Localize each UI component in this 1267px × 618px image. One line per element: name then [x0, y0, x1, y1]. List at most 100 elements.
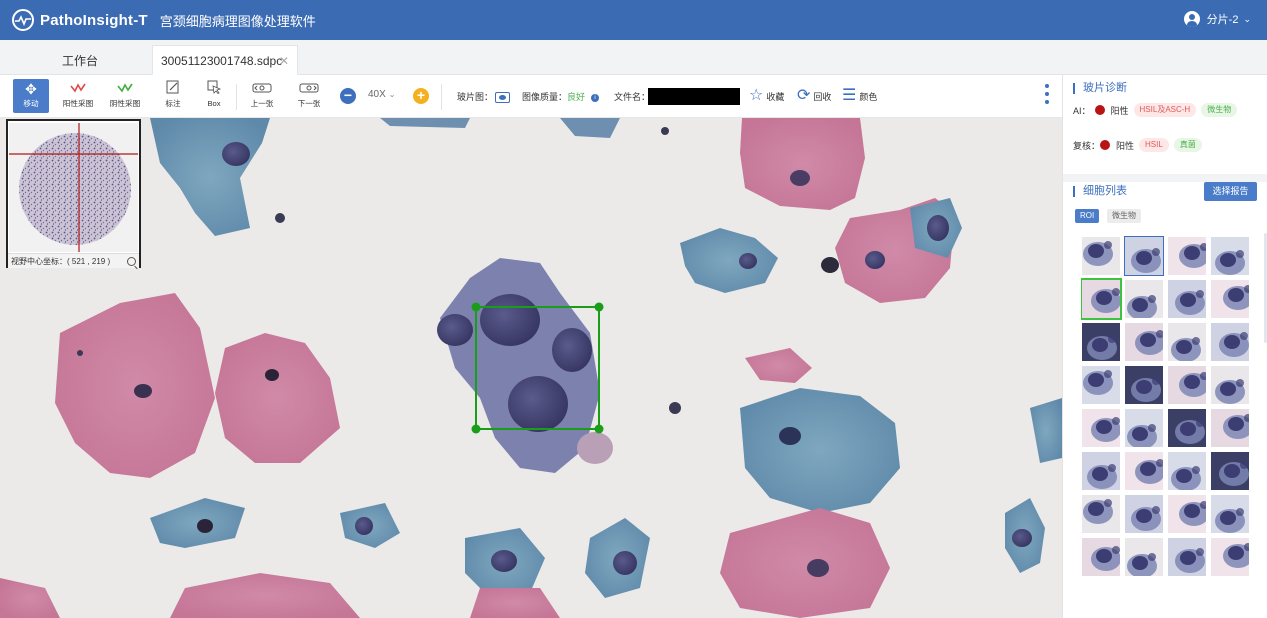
cell-thumbnail[interactable] [1211, 495, 1249, 533]
cell-thumbnail[interactable] [1211, 538, 1249, 576]
cell-nucleus [265, 369, 279, 381]
app-subtitle: 宫颈细胞病理图像处理软件 [159, 13, 316, 29]
zoom-value: 40X [368, 89, 386, 100]
cell-thumbnail[interactable] [1082, 237, 1120, 275]
move-tool-button[interactable]: ✥ 移动 [13, 79, 49, 113]
positive-dot-icon [1094, 105, 1105, 115]
color-button[interactable]: ☰ 颜色 [842, 87, 877, 105]
cell-nucleus [134, 384, 152, 398]
abnormal-nucleus [437, 314, 473, 346]
cell-nucleus [1012, 529, 1032, 547]
recycle-button[interactable]: ⟳ 回收 [797, 87, 831, 105]
minimap[interactable]: 视野中心坐标：( 521 , 219 ) [6, 119, 141, 268]
more-menu-icon[interactable] [1044, 84, 1050, 108]
info-icon[interactable]: i [591, 93, 600, 102]
negative-sample-label: 阴性采图 [109, 99, 141, 108]
zoom-in-button[interactable]: + [413, 88, 429, 104]
positive-sample-label: 阳性采图 [62, 99, 94, 108]
negative-sample-icon [106, 79, 144, 99]
annotate-button[interactable]: 标注 [155, 79, 191, 113]
favorite-button[interactable]: ☆ 收藏 [749, 87, 784, 105]
cell-thumbnail[interactable] [1168, 452, 1206, 490]
cell-thumbnail[interactable] [1125, 452, 1163, 490]
slide-image[interactable] [0, 118, 1062, 618]
cell-thumbnail[interactable] [1211, 323, 1249, 361]
cell-thumbnail[interactable] [1168, 366, 1206, 404]
slide-image-icon[interactable] [495, 92, 511, 104]
filter-microbe[interactable]: 微生物 [1107, 209, 1141, 223]
cell-thumbnail[interactable] [1211, 237, 1249, 275]
squamous-cell-blue [1030, 398, 1062, 463]
next-slide-button[interactable]: 下一张 [291, 79, 327, 113]
roi-handle[interactable] [471, 424, 481, 434]
squamous-cell-blue [680, 228, 778, 293]
tab-file[interactable]: 30051123001748.sdpc ✕ [152, 45, 298, 75]
next-slide-label: 下一张 [297, 99, 321, 108]
cell-thumbnail[interactable] [1125, 409, 1163, 447]
cell-thumbnail[interactable] [1125, 366, 1163, 404]
filter-roi[interactable]: ROI [1075, 209, 1100, 223]
cell-nucleus [355, 517, 373, 535]
cell-thumbnail[interactable] [1082, 538, 1120, 576]
cell-thumbnail[interactable] [1125, 495, 1163, 533]
cell-thumbnail[interactable] [1082, 323, 1120, 361]
cell-thumbnail[interactable] [1125, 280, 1163, 318]
cell-thumbnail[interactable] [1125, 323, 1163, 361]
cell-thumbnail[interactable] [1082, 366, 1120, 404]
cell-nucleus [865, 251, 885, 269]
cell-nucleus [790, 170, 810, 186]
minimap-image[interactable] [9, 123, 138, 252]
cell-thumbnail[interactable] [1168, 409, 1206, 447]
cell-thumbnail[interactable] [1125, 538, 1163, 576]
cell-fragment [560, 118, 620, 138]
zoom-lens-icon[interactable] [127, 257, 136, 266]
roi-handle[interactable] [594, 302, 604, 312]
tab-bar: 工作台 30051123001748.sdpc ✕ [0, 40, 1267, 75]
filename-info: 文件名： [614, 90, 650, 103]
cell-thumbnail[interactable] [1082, 495, 1120, 533]
close-icon[interactable]: ✕ [279, 46, 289, 76]
review-result: 阳性 [1116, 140, 1135, 151]
center-coord-label: 视野中心坐标： [11, 257, 67, 266]
cell-thumbnail[interactable] [1211, 366, 1249, 404]
box-tool-button[interactable]: Box [196, 79, 232, 113]
roi-handle[interactable] [471, 302, 481, 312]
filename-redacted [648, 88, 740, 105]
negative-sample-button[interactable]: 阴性采图 [106, 79, 144, 113]
cell-thumbnail[interactable] [1168, 323, 1206, 361]
zoom-select[interactable]: 40X ⌄ [360, 89, 408, 104]
cell-thumbnail[interactable] [1082, 452, 1120, 490]
cell-thumbnail[interactable] [1168, 538, 1206, 576]
annotate-label: 标注 [165, 99, 181, 108]
zoom-out-button[interactable]: − [340, 88, 356, 104]
cell-thumbnail[interactable] [1168, 280, 1206, 318]
cell-fragment [577, 432, 613, 464]
cell-thumbnail[interactable] [1082, 409, 1120, 447]
cell-thumbnail[interactable] [1081, 278, 1122, 320]
abnormal-nucleus [508, 376, 568, 432]
star-icon: ☆ [749, 87, 764, 104]
cell-thumbnail[interactable] [1124, 236, 1164, 276]
filename-label: 文件名： [614, 92, 651, 102]
cell-thumbnail[interactable] [1168, 495, 1206, 533]
positive-sample-button[interactable]: 阳性采图 [59, 79, 97, 113]
app-header: PathoInsight-T 宫颈细胞病理图像处理软件 分片-2 ⌄ [0, 0, 1267, 40]
cell-thumbnail[interactable] [1211, 280, 1249, 318]
prev-slide-button[interactable]: 上一张 [244, 79, 280, 113]
toolbar-divider [441, 84, 442, 110]
toolbar-divider [236, 84, 237, 110]
abnormal-nucleus [480, 294, 540, 346]
squamous-cell-blue [150, 498, 245, 548]
select-report-button[interactable]: 选择报告 [1204, 182, 1257, 201]
sliders-icon: ☰ [842, 87, 857, 104]
next-slide-icon [291, 79, 327, 99]
slide-viewer[interactable]: 视野中心坐标：( 521 , 219 ) [0, 118, 1062, 618]
center-coord-value: ( 521 , 219 ) [67, 257, 111, 266]
user-menu[interactable]: 分片-2 ⌄ [1183, 11, 1251, 27]
roi-handle[interactable] [594, 424, 604, 434]
cell-thumbnail[interactable] [1211, 452, 1249, 490]
cell-thumbnail[interactable] [1168, 237, 1206, 275]
cell-thumbnail[interactable] [1211, 409, 1249, 447]
tab-workbench[interactable]: 工作台 [50, 46, 110, 76]
chevron-down-icon: ⌄ [388, 90, 396, 99]
